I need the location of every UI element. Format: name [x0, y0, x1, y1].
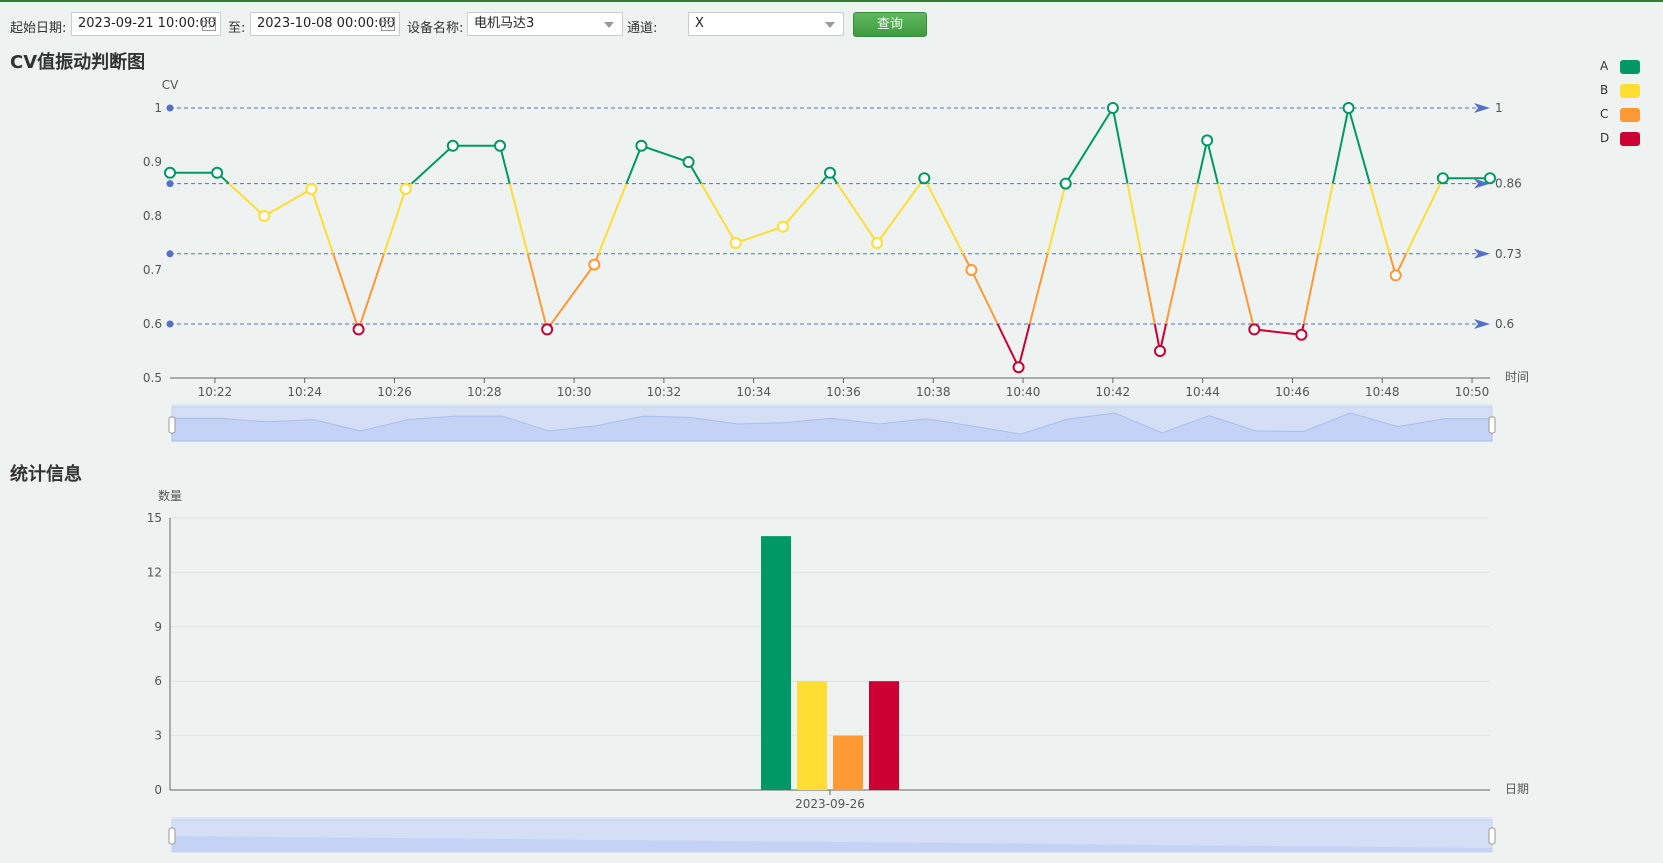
- x-tick-label: 2023-09-26: [795, 797, 865, 811]
- y-tick-label: 0: [154, 783, 162, 797]
- stats-bar-chart: 数量日期 0 3 6 9 12 15 2023-09-26: [147, 488, 1529, 853]
- y-tick-label: 12: [147, 565, 162, 579]
- y-tick-label: 3: [154, 729, 162, 743]
- bar-b[interactable]: [797, 681, 827, 790]
- y-tick-label: 9: [154, 620, 162, 634]
- zoom-handle-left[interactable]: [168, 827, 176, 845]
- y-tick-label: 6: [154, 674, 162, 688]
- bar-c[interactable]: [833, 735, 863, 790]
- x-axis-title: 日期: [1505, 782, 1529, 796]
- y-axis-title: 数量: [158, 488, 182, 503]
- zoom-handle-right[interactable]: [1488, 827, 1496, 845]
- bar-a[interactable]: [761, 536, 791, 790]
- bar-d[interactable]: [869, 681, 899, 790]
- y-tick-label: 15: [147, 511, 162, 525]
